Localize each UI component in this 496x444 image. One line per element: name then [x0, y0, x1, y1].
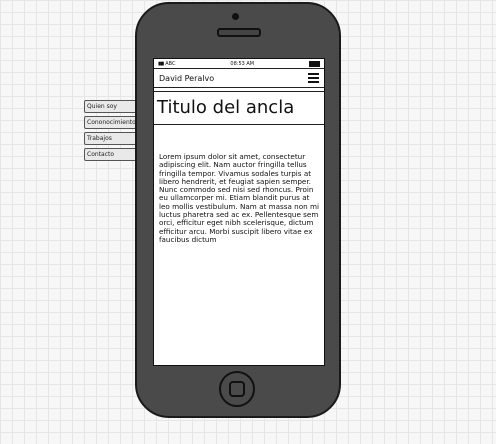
side-menu: Quien soy Cononocimientos Trabajos Conta…: [84, 100, 140, 164]
side-menu-item-conocimientos[interactable]: Cononocimientos: [84, 116, 140, 129]
status-time: 08:53 AM: [230, 60, 255, 67]
brand-name[interactable]: David Peralvo: [159, 74, 214, 83]
side-menu-item-quien-soy[interactable]: Quien soy: [84, 100, 140, 113]
status-bar: ▮▮▮ ABC 08:53 AM: [154, 59, 324, 69]
anchor-title: Titulo del ancla: [154, 91, 324, 125]
hamburger-menu-icon[interactable]: [308, 73, 319, 83]
navbar: David Peralvo: [154, 69, 324, 88]
signal-icon: ▮▮▮: [158, 60, 164, 67]
carrier-label: ABC: [165, 60, 176, 67]
side-menu-item-trabajos[interactable]: Trabajos: [84, 132, 140, 145]
battery-icon: [308, 60, 320, 67]
home-button[interactable]: [219, 371, 255, 407]
home-square-icon: [229, 381, 245, 397]
side-menu-item-contacto[interactable]: Contacto: [84, 148, 140, 161]
body-paragraph: Lorem ipsum dolor sit amet, consectetur …: [159, 152, 319, 244]
speaker-icon: [217, 28, 261, 37]
phone-screen: ▮▮▮ ABC 08:53 AM David Peralvo Titulo de…: [153, 58, 325, 366]
phone-frame: ▮▮▮ ABC 08:53 AM David Peralvo Titulo de…: [135, 2, 341, 418]
camera-icon: [232, 13, 239, 20]
